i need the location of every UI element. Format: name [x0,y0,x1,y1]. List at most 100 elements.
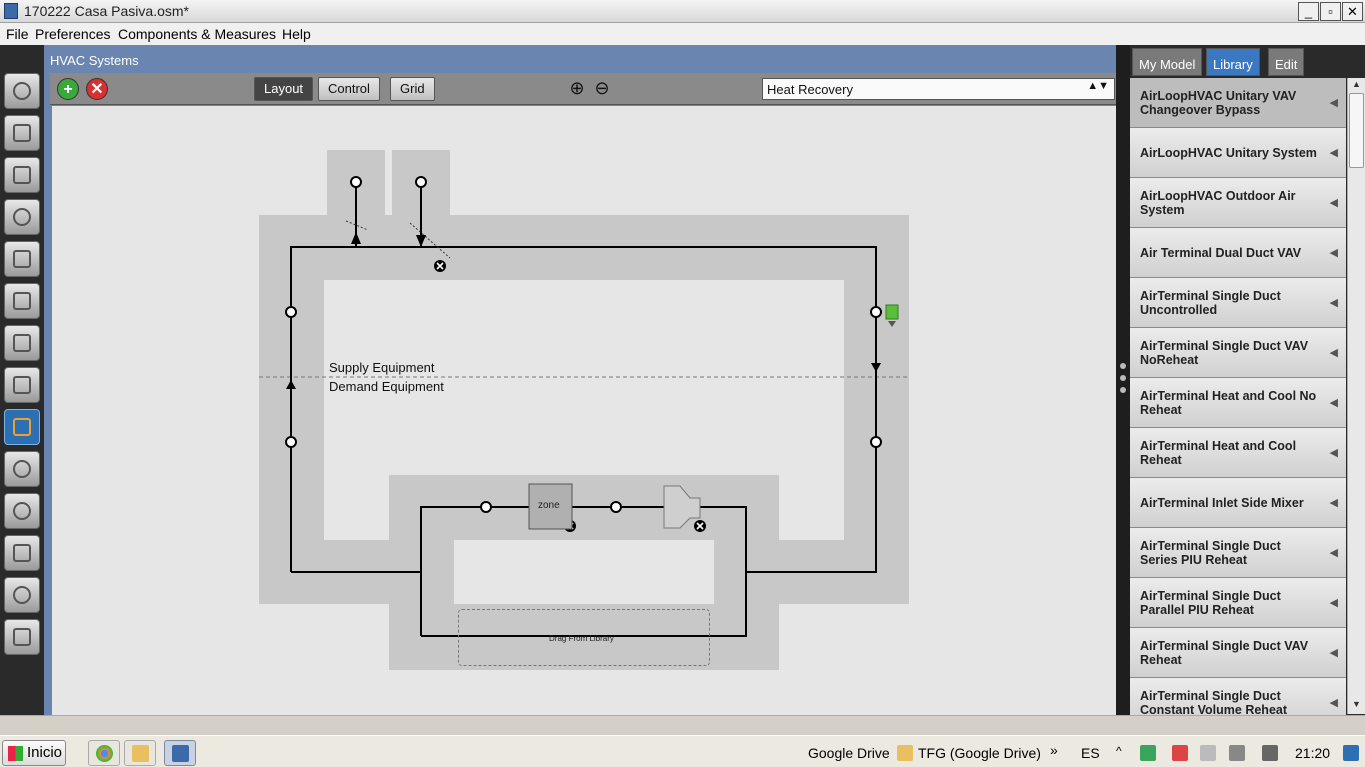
demand-equipment-label: Demand Equipment [329,379,444,394]
clock[interactable]: 21:20 [1295,745,1330,761]
geometry-tab-icon[interactable] [4,283,40,319]
edit-tab[interactable]: Edit [1268,48,1305,76]
chrome-taskbar-icon[interactable] [88,740,120,766]
left-navigation-bar [0,45,44,715]
my-model-tab[interactable]: My Model [1132,48,1203,76]
zone-label[interactable]: zone [538,500,560,511]
minimize-button[interactable]: _ [1298,2,1319,21]
hvac-systems-panel: HVAC Systems + ✕ Layout Control Grid ⊕ ⊖… [44,45,1116,715]
library-item[interactable]: AirTerminal Single Duct Constant Volume … [1130,678,1346,715]
system-select[interactable]: Heat Recovery ▲▼ [762,78,1115,100]
variables-tab-icon[interactable] [4,451,40,487]
remove-system-button[interactable]: ✕ [86,78,108,100]
expand-triangle-icon: ◀ [1329,346,1338,359]
library-item-label: AirLoopHVAC Outdoor Air System [1140,188,1296,217]
schedules-tab-icon[interactable] [4,115,40,151]
menu-components-measures[interactable]: Components & Measures [118,26,276,42]
spaces-tab-icon[interactable] [4,367,40,403]
add-system-button[interactable]: + [57,78,79,100]
library-item-label: AirTerminal Single Duct Series PIU Rehea… [1140,538,1281,567]
hvac-systems-tab-icon[interactable] [4,409,40,445]
supply-equipment-label: Supply Equipment [329,360,435,375]
results-summary-tab-icon[interactable] [4,619,40,655]
library-item[interactable]: AirTerminal Heat and Cool Reheat ◀ [1130,428,1346,478]
library-item-label: AirTerminal Single Duct Uncontrolled [1140,288,1281,317]
drag-from-library-dropzone[interactable]: Drag From Library [458,609,710,666]
library-item-label: AirTerminal Heat and Cool Reheat [1140,438,1297,467]
space-types-tab-icon[interactable] [4,241,40,277]
library-item[interactable]: AirTerminal Single Duct Parallel PIU Reh… [1130,578,1346,628]
library-item[interactable]: AirLoopHVAC Outdoor Air System ◀ [1130,178,1346,228]
google-drive-tray-icon[interactable] [1140,745,1156,761]
scroll-down-icon[interactable]: ▼ [1349,699,1364,713]
simulation-settings-tab-icon[interactable] [4,493,40,529]
menu-file[interactable]: File [6,26,29,42]
system-select-value: Heat Recovery [767,82,853,97]
library-item[interactable]: AirTerminal Single Duct VAV Reheat ◀ [1130,628,1346,678]
measures-tab-icon[interactable] [4,535,40,571]
zone-branch-interior [454,540,714,604]
tfg-google-drive-toolbar[interactable]: TFG (Google Drive) [918,745,1041,761]
expand-triangle-icon: ◀ [1329,246,1338,259]
signal-icon[interactable] [1229,745,1245,761]
folder-icon [897,745,913,761]
show-desktop-icon[interactable] [1343,745,1359,761]
device-tray-icon[interactable] [1200,745,1216,761]
library-item-label: AirTerminal Single Duct Constant Volume … [1140,688,1288,716]
library-item-label: AirTerminal Single Duct VAV NoReheat [1140,338,1309,367]
library-item-label: AirTerminal Inlet Side Mixer [1140,495,1304,510]
explorer-taskbar-icon[interactable] [124,740,156,766]
library-item[interactable]: Air Terminal Dual Duct VAV ◀ [1130,228,1346,278]
library-tab[interactable]: Library [1206,48,1260,76]
library-item[interactable]: AirTerminal Inlet Side Mixer ◀ [1130,478,1346,528]
scroll-thumb[interactable] [1349,93,1364,168]
network-error-icon[interactable] [1172,745,1188,761]
window-title: 170222 Casa Pasiva.osm* [24,3,189,19]
zoom-in-icon[interactable]: ⊕ [566,77,588,99]
library-item[interactable]: AirTerminal Single Duct Series PIU Rehea… [1130,528,1346,578]
close-button[interactable]: ✕ [1342,2,1363,21]
openstudio-taskbar-icon[interactable] [164,740,196,766]
loads-tab-icon[interactable] [4,199,40,235]
library-item-label: AirLoopHVAC Unitary System [1140,145,1317,160]
zoom-out-icon[interactable]: ⊖ [591,77,613,99]
library-item-label: AirTerminal Single Duct Parallel PIU Reh… [1140,588,1281,617]
windows-logo-icon [8,746,23,761]
facility-tab-icon[interactable] [4,325,40,361]
maximize-button[interactable]: ▫ [1320,2,1341,21]
show-hidden-icons-icon[interactable]: ^ [1116,744,1132,760]
menu-bar: File Preferences Components & Measures H… [0,23,1365,45]
hvac-toolbar: + ✕ Layout Control Grid ⊕ ⊖ Heat Recover… [50,73,1116,105]
site-tab-icon[interactable] [4,73,40,109]
run-simulation-tab-icon[interactable] [4,577,40,613]
control-tab[interactable]: Control [318,77,380,101]
layout-tab[interactable]: Layout [254,77,314,101]
library-list: AirLoopHVAC Unitary VAV Changeover Bypas… [1130,78,1346,715]
language-indicator[interactable]: ES [1081,745,1100,761]
toolbar-chevron-icon[interactable]: » [1050,742,1058,758]
menu-preferences[interactable]: Preferences [35,26,110,42]
library-item[interactable]: AirTerminal Heat and Cool No Reheat ◀ [1130,378,1346,428]
constructions-tab-icon[interactable] [4,157,40,193]
google-drive-toolbar[interactable]: Google Drive [808,745,890,761]
menu-help[interactable]: Help [282,26,311,42]
start-button[interactable]: Inicio [2,740,66,766]
library-item[interactable]: AirTerminal Single Duct Uncontrolled ◀ [1130,278,1346,328]
library-item-label: Air Terminal Dual Duct VAV [1140,245,1302,260]
panel-splitter[interactable] [1116,45,1130,715]
panel-title: HVAC Systems [50,53,139,68]
library-scrollbar[interactable]: ▲ ▼ [1347,78,1365,714]
expand-triangle-icon: ◀ [1329,396,1338,409]
library-item[interactable]: AirLoopHVAC Unitary VAV Changeover Bypas… [1130,78,1346,128]
library-item[interactable]: AirTerminal Single Duct VAV NoReheat ◀ [1130,328,1346,378]
library-item[interactable]: AirLoopHVAC Unitary System ◀ [1130,128,1346,178]
status-strip [0,715,1365,735]
library-item-label: AirTerminal Heat and Cool No Reheat [1140,388,1317,417]
windows-taskbar: Inicio Google Drive TFG (Google Drive) »… [0,735,1365,767]
library-item-label: AirTerminal Single Duct VAV Reheat [1140,638,1309,667]
setpoint-manager-shape [885,304,899,320]
expand-triangle-icon: ◀ [1329,96,1338,109]
scroll-up-icon[interactable]: ▲ [1349,79,1364,93]
volume-icon[interactable] [1262,745,1278,761]
grid-tab[interactable]: Grid [390,77,435,101]
